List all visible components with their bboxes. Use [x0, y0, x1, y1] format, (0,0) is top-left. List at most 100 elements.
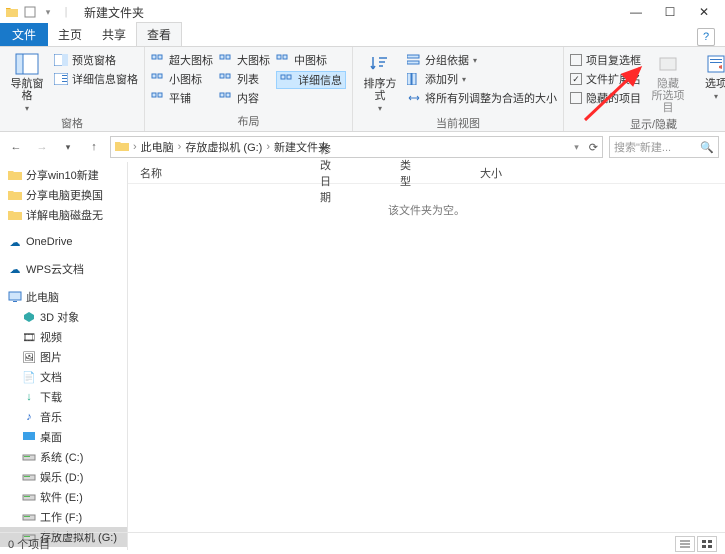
layout-icon [151, 72, 165, 86]
tree-item-label: 分享电脑更换国 [26, 187, 103, 203]
layout-icon [219, 91, 233, 105]
tree-item[interactable]: ☁WPS云文档 [0, 259, 127, 279]
groupby-button[interactable]: 分组依据 ▾ [407, 52, 557, 68]
drive-icon [22, 510, 36, 524]
tree-item[interactable]: 🖼图片 [0, 347, 127, 367]
preview-pane-icon [54, 53, 68, 67]
folder-icon [8, 208, 22, 222]
nav-pane-label: 导航窗格 [6, 78, 48, 102]
drive-icon [22, 490, 36, 504]
tree-item[interactable]: 详解电脑磁盘无 [0, 205, 127, 225]
search-box[interactable]: 搜索"新建... 🔍 [609, 136, 719, 158]
options-button[interactable]: 选项 ▾ [695, 50, 725, 114]
tree-item[interactable]: 3D 对象 [0, 307, 127, 327]
crumb[interactable]: 此电脑 [141, 139, 174, 155]
layout-option[interactable]: 超大图标 [151, 52, 213, 68]
window-title: 新建文件夹 [84, 4, 144, 21]
tree-item[interactable]: 娱乐 (D:) [0, 467, 127, 487]
layout-option-label: 详细信息 [298, 72, 342, 88]
col-name[interactable]: 名称 [140, 165, 320, 181]
layout-option[interactable]: 内容 [219, 90, 270, 106]
layout-icon [151, 53, 165, 67]
crumb-sep: › [133, 141, 137, 153]
options-icon [704, 52, 725, 76]
ribbon: 导航窗格 ▾ 预览窗格 详细信息窗格 窗格 超大图标小图标平铺 大图标列表内容 … [0, 46, 725, 132]
tab-view[interactable]: 查看 [136, 22, 182, 46]
nav-pane-button[interactable]: 导航窗格 ▾ [6, 50, 48, 113]
tree-item[interactable]: 🎞视频 [0, 327, 127, 347]
checkbox-hidden[interactable]: 隐藏的项目 [570, 90, 641, 106]
layout-option-label: 内容 [237, 90, 259, 106]
empty-message: 该文件夹为空。 [128, 202, 725, 218]
forward-button[interactable]: → [32, 137, 52, 157]
layout-option[interactable]: 详细信息 [276, 71, 346, 89]
doc-icon: 📄 [22, 370, 36, 384]
up-button[interactable]: ↑ [84, 137, 104, 157]
recent-dropdown[interactable]: ▾ [58, 137, 78, 157]
col-date[interactable]: 修改日期 [320, 141, 400, 205]
maximize-button[interactable]: ☐ [653, 2, 687, 22]
tree-item[interactable]: 软件 (E:) [0, 487, 127, 507]
tree-item[interactable]: 📄 文档 [0, 367, 127, 387]
addcols-button[interactable]: 添加列 ▾ [407, 71, 557, 87]
tree-item[interactable]: 此电脑 [0, 287, 127, 307]
nav-tree[interactable]: 分享win10新建分享电脑更换国详解电脑磁盘无 ☁OneDrive ☁WPS云文档此… [0, 162, 128, 550]
checkbox-icon [570, 54, 582, 66]
tree-item[interactable]: ☁OneDrive [0, 233, 127, 251]
tab-file[interactable]: 文件 [0, 23, 48, 46]
autosize-label: 将所有列调整为合适的大小 [425, 90, 557, 106]
crumb[interactable]: 存放虚拟机 (G:) [185, 139, 262, 155]
chevron-down-icon: ▾ [378, 104, 382, 113]
help-button[interactable]: ? [697, 28, 715, 46]
tree-item-label: 工作 (F:) [40, 509, 82, 525]
nav-pane-icon [15, 52, 39, 76]
layout-icon [219, 53, 233, 67]
tree-item-label: 文档 [40, 369, 62, 385]
layout-option[interactable]: 平铺 [151, 90, 213, 106]
layout-icon [280, 73, 294, 87]
tree-item-label: 娱乐 (D:) [40, 469, 83, 485]
qa-dropdown-icon[interactable]: ▾ [40, 4, 56, 20]
checkbox-file-ext[interactable]: ✓ 文件扩展名 [570, 71, 641, 87]
tree-item[interactable]: 系统 (C:) [0, 447, 127, 467]
tree-item[interactable]: 桌面 [0, 427, 127, 447]
col-type[interactable]: 类型 [400, 157, 480, 189]
layout-option[interactable]: 中图标 [276, 52, 346, 68]
details-pane-button[interactable]: 详细信息窗格 [54, 71, 138, 87]
tree-item-label: 详解电脑磁盘无 [26, 207, 103, 223]
minimize-button[interactable]: — [619, 2, 653, 22]
layout-option[interactable]: 大图标 [219, 52, 270, 68]
view-details-button[interactable] [675, 536, 695, 552]
tree-item[interactable]: 工作 (F:) [0, 507, 127, 527]
checkbox-item-checkbox[interactable]: 项目复选框 [570, 52, 641, 68]
tree-item-label: 下载 [40, 389, 62, 405]
sort-label: 排序方式 [359, 78, 401, 102]
close-button[interactable]: ✕ [687, 2, 721, 22]
group-layout-label: 布局 [151, 111, 346, 131]
checkbox-icon [570, 92, 582, 104]
qa-save-icon[interactable] [22, 4, 38, 20]
col-size[interactable]: 大小 [480, 165, 562, 181]
wps-icon: ☁ [8, 262, 22, 276]
preview-pane-button[interactable]: 预览窗格 [54, 52, 138, 68]
hide-label: 隐藏 所选项目 [647, 78, 689, 114]
view-icons-button[interactable] [697, 536, 717, 552]
layout-option[interactable]: 小图标 [151, 71, 213, 87]
tree-item[interactable]: ♪音乐 [0, 407, 127, 427]
autosize-button[interactable]: 将所有列调整为合适的大小 [407, 90, 557, 106]
crumb-sep: › [178, 141, 182, 153]
chk-item-checkbox-label: 项目复选框 [586, 52, 641, 68]
hide-selected-button[interactable]: 隐藏 所选项目 [647, 50, 689, 114]
tree-item[interactable]: ↓下载 [0, 387, 127, 407]
layout-option[interactable]: 列表 [219, 71, 270, 87]
back-button[interactable]: ← [6, 137, 26, 157]
layout-icon [151, 91, 165, 105]
address-dropdown[interactable]: ▾ [574, 142, 579, 153]
tab-share[interactable]: 共享 [92, 22, 136, 46]
tree-item[interactable]: 分享电脑更换国 [0, 185, 127, 205]
group-currentview-label: 当前视图 [359, 113, 557, 133]
refresh-button[interactable]: ⟳ [589, 141, 598, 154]
tree-item[interactable]: 分享win10新建 [0, 165, 127, 185]
tab-home[interactable]: 主页 [48, 22, 92, 46]
sort-button[interactable]: 排序方式 ▾ [359, 50, 401, 113]
